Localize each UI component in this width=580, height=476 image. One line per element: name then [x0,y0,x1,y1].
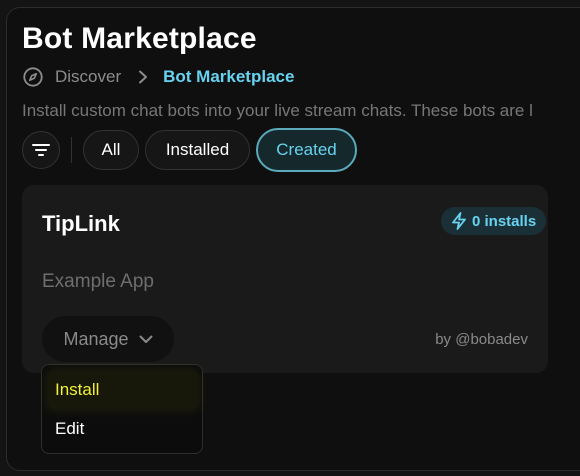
manage-button[interactable]: Manage [42,316,174,362]
manage-dropdown-menu: Install Edit [41,364,203,454]
tab-created[interactable]: Created [256,128,357,172]
menu-item-edit[interactable]: Edit [48,410,198,448]
compass-icon [23,67,43,87]
menu-item-install[interactable]: Install [48,371,198,409]
bot-marketplace-panel: Bot Marketplace Discover Bot Marketplace… [6,7,580,471]
tab-all[interactable]: All [83,130,139,170]
breadcrumb-current: Bot Marketplace [163,67,295,86]
bot-author: by @bobadev [435,331,528,348]
manage-label: Manage [63,328,129,349]
tab-installed[interactable]: Installed [145,130,250,170]
breadcrumb: Discover Bot Marketplace [22,66,294,88]
chevron-right-icon [139,70,148,84]
lightning-icon [452,212,466,230]
installs-count: 0 installs [472,212,537,230]
installs-badge: 0 installs [441,207,547,235]
page-description: Install custom chat bots into your live … [22,101,533,120]
filter-divider [71,137,72,163]
filter-button[interactable] [22,131,60,169]
breadcrumb-discover-link[interactable]: Discover [55,67,121,87]
bot-title: TipLink [42,211,120,236]
filter-bar: All Installed Created [22,127,363,173]
filter-icon [32,144,50,156]
bot-subtitle: Example App [42,271,154,292]
page-title: Bot Marketplace [22,22,257,55]
chevron-down-icon [139,335,153,343]
bot-card: TipLink 0 installs Example App Manage by… [22,185,548,373]
